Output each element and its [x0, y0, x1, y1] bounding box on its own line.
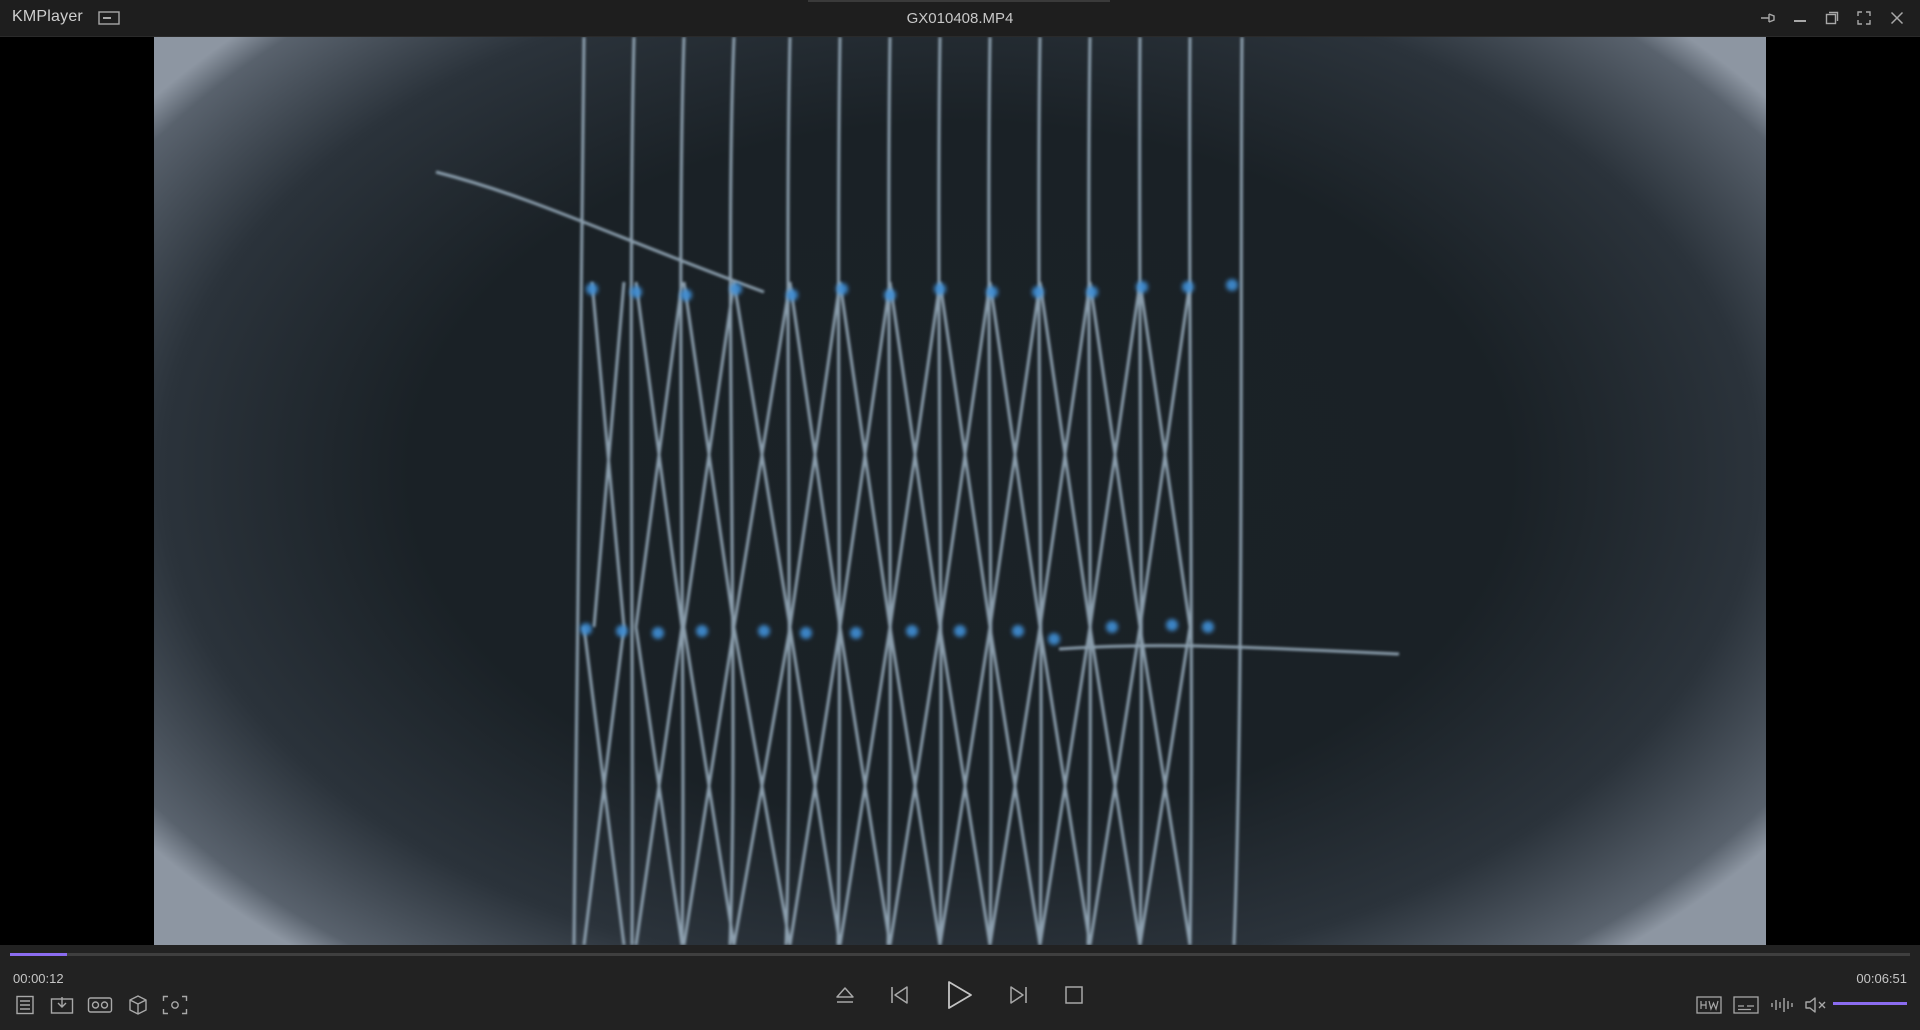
3d-cube-icon[interactable] [124, 992, 152, 1018]
download-icon[interactable] [48, 993, 76, 1017]
close-icon[interactable] [1885, 7, 1909, 29]
next-icon[interactable] [1004, 980, 1034, 1010]
total-time: 00:06:51 [1856, 971, 1907, 986]
equalizer-icon[interactable] [1768, 993, 1796, 1017]
speaker-muted-icon[interactable] [1802, 993, 1830, 1017]
restore-icon[interactable] [1820, 7, 1844, 29]
playlist-icon[interactable] [12, 993, 38, 1017]
hw-decoder-icon[interactable] [1694, 993, 1724, 1017]
video-area[interactable] [0, 37, 1920, 945]
control-bar: 00:00:12 00:06:51 [0, 945, 1920, 1030]
title-bar: KMPlayer GX010408.MP4 [0, 0, 1920, 37]
eject-icon[interactable] [830, 980, 860, 1010]
minimize-icon[interactable] [1788, 7, 1812, 29]
seek-bar[interactable] [10, 953, 1910, 956]
fullscreen-icon[interactable] [1852, 7, 1876, 29]
subtitles-icon[interactable] [1731, 993, 1761, 1017]
volume-slider[interactable] [1833, 1002, 1907, 1005]
previous-icon[interactable] [884, 980, 914, 1010]
play-icon[interactable] [940, 976, 978, 1014]
pin-icon[interactable] [1756, 7, 1780, 29]
screen-capture-icon[interactable] [161, 993, 189, 1017]
current-time: 00:00:12 [13, 971, 64, 986]
stop-icon[interactable] [1060, 981, 1088, 1009]
seek-bar-progress [10, 953, 67, 956]
video-content [435, 37, 1400, 945]
title-bar-accent [808, 0, 1110, 2]
video-frame[interactable] [154, 37, 1766, 945]
vr-icon[interactable] [86, 993, 114, 1017]
window-title: GX010408.MP4 [906, 10, 1014, 27]
